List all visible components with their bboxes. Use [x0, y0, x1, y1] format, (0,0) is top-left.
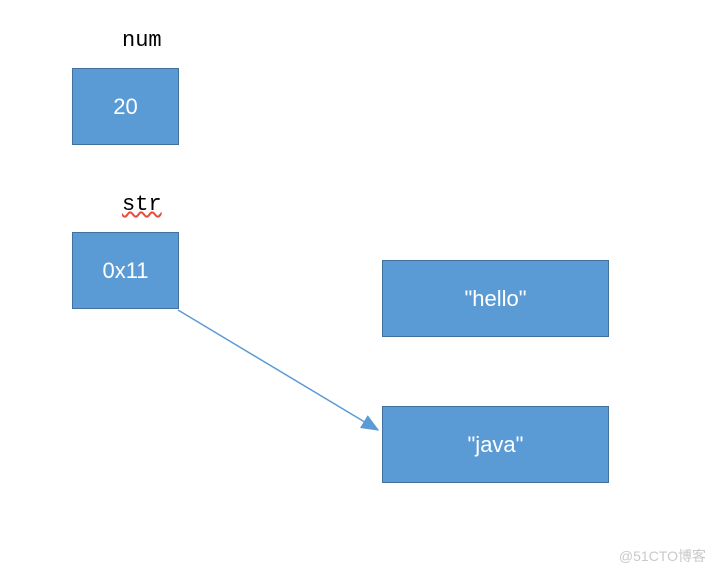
- java-string-text: "java": [468, 432, 524, 458]
- watermark-text: @51CTO博客: [619, 546, 706, 566]
- str-value-box: 0x11: [72, 232, 179, 309]
- num-value-box: 20: [72, 68, 179, 145]
- hello-string-box: "hello": [382, 260, 609, 337]
- num-label: num: [122, 28, 162, 53]
- java-string-box: "java": [382, 406, 609, 483]
- num-value-text: 20: [113, 94, 137, 120]
- str-value-text: 0x11: [102, 258, 148, 284]
- str-label: str: [122, 192, 162, 217]
- hello-string-text: "hello": [464, 286, 526, 312]
- str-label-text: str: [122, 192, 162, 217]
